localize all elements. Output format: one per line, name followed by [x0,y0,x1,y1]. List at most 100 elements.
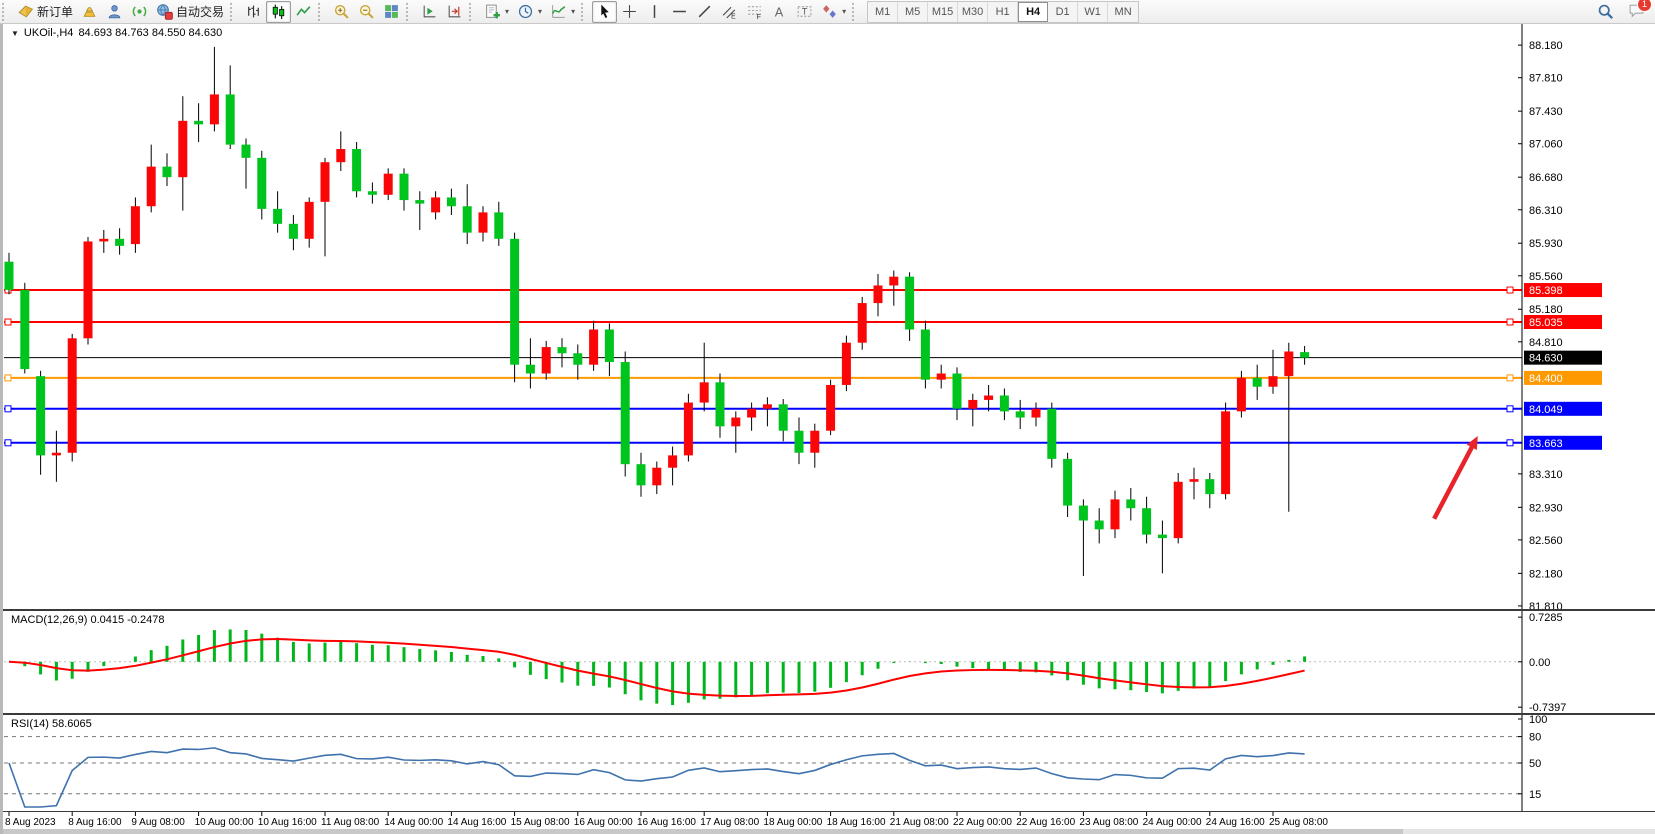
trendline-icon [696,3,713,20]
svg-text:8 Aug 16:00: 8 Aug 16:00 [68,817,122,828]
rsi-label: RSI(14) 58.6065 [11,718,92,730]
svg-text:84.810: 84.810 [1529,337,1563,349]
candlestick-button[interactable] [266,1,291,23]
svg-text:81.810: 81.810 [1529,601,1563,609]
mt4-terminal: 新订单 自动交易 ▾ ▾ ▾ EFA T ▾ M1M5M15M30H1H4D1W1MN 1 ▼ U… [0,0,1655,834]
svg-text:25 Aug 08:00: 25 Aug 08:00 [1269,817,1328,828]
macd-chart: 0.72850.00-0.7397 [3,611,1655,713]
indicator-icon [550,3,567,20]
toolbar-grip [230,3,237,21]
periods-button[interactable]: ▾ [513,1,546,23]
scrollbar-thumb[interactable] [3,829,1403,834]
line-chart-button[interactable] [291,1,316,23]
chart-title: ▼ UKOil-,H4 84.693 84.763 84.550 84.630 [11,27,222,39]
zoom-out-button[interactable] [354,1,379,23]
auto-scroll-button[interactable] [417,1,442,23]
timeframe-mn-button[interactable]: MN [1108,2,1138,22]
price-chart: 88.18087.81087.43087.06086.68086.31085.9… [3,24,1655,609]
ohlc-values: 84.693 84.763 84.550 84.630 [78,27,222,39]
macd-pane: MACD(12,26,9) 0.0415 -0.2478 0.72850.00-… [3,609,1655,713]
autotrading-button[interactable]: 自动交易 [152,1,228,23]
new-order-button[interactable]: 新订单 [13,1,77,23]
new-chart-button[interactable]: ▾ [480,1,513,23]
time-axis[interactable]: 8 Aug 20238 Aug 16:009 Aug 08:0010 Aug 0… [3,812,1655,829]
timeframe-h1-button[interactable]: H1 [988,2,1018,22]
macd-label: MACD(12,26,9) 0.0415 -0.2478 [11,614,164,626]
horizontal-line-button[interactable] [667,1,692,23]
gold-icon [81,3,98,20]
zoom-in-icon [333,3,350,20]
svg-text:9 Aug 08:00: 9 Aug 08:00 [131,817,185,828]
svg-text:22 Aug 16:00: 22 Aug 16:00 [1016,817,1075,828]
svg-text:0.7285: 0.7285 [1529,612,1563,624]
channel-button[interactable]: E [717,1,742,23]
chat-button[interactable]: 1 [1624,1,1649,23]
symbol-dropdown-icon[interactable]: ▼ [11,29,19,38]
svg-text:87.430: 87.430 [1529,106,1563,118]
chevron-down-icon[interactable]: ▾ [571,7,575,16]
hline-icon [671,3,688,20]
label-icon: T [796,3,813,20]
svg-text:A: A [775,4,784,19]
channel-icon: E [721,3,738,20]
main-toolbar: 新订单 自动交易 ▾ ▾ ▾ EFA T ▾ M1M5M15M30H1H4D1W1MN 1 [0,0,1655,24]
timeframe-w1-button[interactable]: W1 [1078,2,1108,22]
arrows-button[interactable]: ▾ [817,1,850,23]
timeframe-d1-button[interactable]: D1 [1048,2,1078,22]
main-chart-pane: ▼ UKOil-,H4 84.693 84.763 84.550 84.630 … [3,24,1655,609]
new-order-icon [17,3,34,20]
search-button[interactable] [1593,1,1618,23]
trendline-button[interactable] [692,1,717,23]
svg-text:T: T [802,6,808,16]
vertical-line-button[interactable] [642,1,667,23]
svg-text:15 Aug 08:00: 15 Aug 08:00 [511,817,570,828]
svg-text:82.930: 82.930 [1529,502,1563,514]
svg-text:18 Aug 16:00: 18 Aug 16:00 [827,817,886,828]
timeframe-m1-button[interactable]: M1 [868,2,898,22]
bars-icon [245,3,262,20]
svg-text:18 Aug 00:00: 18 Aug 00:00 [763,817,822,828]
bar-chart-button[interactable] [241,1,266,23]
zoom-in-button[interactable] [329,1,354,23]
signals-button[interactable] [127,1,152,23]
chevron-down-icon[interactable]: ▾ [505,7,509,16]
timeframe-m15-button[interactable]: M15 [928,2,958,22]
tile-windows-button[interactable] [379,1,404,23]
shift-icon [446,3,463,20]
timeframe-h4-button[interactable]: H4 [1018,2,1048,22]
indicators-button[interactable]: ▾ [546,1,579,23]
chevron-down-icon[interactable]: ▾ [842,7,846,16]
community-button[interactable] [102,1,127,23]
cursor-icon [596,3,613,20]
svg-text:10 Aug 00:00: 10 Aug 00:00 [195,817,254,828]
text-button[interactable]: A [767,1,792,23]
gold-button[interactable] [77,1,102,23]
svg-text:85.930: 85.930 [1529,238,1563,250]
notification-badge: 1 [1637,0,1652,12]
svg-text:80: 80 [1529,732,1541,744]
timeframe-m5-button[interactable]: M5 [898,2,928,22]
svg-text:16 Aug 16:00: 16 Aug 16:00 [637,817,696,828]
text-label-button[interactable]: T [792,1,817,23]
timeframe-m30-button[interactable]: M30 [958,2,988,22]
cursor-button[interactable] [592,1,617,23]
svg-text:84.630: 84.630 [1529,353,1563,365]
fibonacci-button[interactable]: F [742,1,767,23]
timeframe-toolbar: M1M5M15M30H1H4D1W1MN [867,1,1139,23]
svg-text:84.400: 84.400 [1529,373,1563,385]
svg-text:E: E [731,13,736,20]
svg-text:100: 100 [1529,715,1547,726]
crosshair-icon [621,3,638,20]
chart-shift-button[interactable] [442,1,467,23]
tile-icon [383,3,400,20]
zoom-out-icon [358,3,375,20]
crosshair-button[interactable] [617,1,642,23]
horizontal-scrollbar[interactable] [3,829,1655,834]
svg-text:50: 50 [1529,758,1541,770]
svg-text:87.810: 87.810 [1529,73,1563,85]
date-axis: 8 Aug 20238 Aug 16:009 Aug 08:0010 Aug 0… [3,811,1655,829]
toolbar-grip [318,3,325,21]
svg-text:88.180: 88.180 [1529,40,1563,52]
chevron-down-icon[interactable]: ▾ [538,7,542,16]
toolbar-grip [581,3,588,21]
